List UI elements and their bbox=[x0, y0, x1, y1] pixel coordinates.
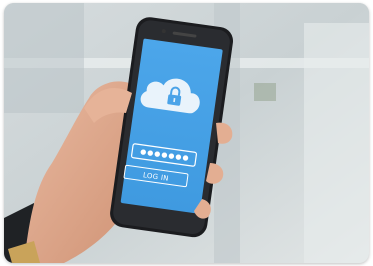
photo-frame: ●●●●●●● LOG IN bbox=[4, 3, 369, 263]
photo-scene bbox=[4, 3, 369, 263]
